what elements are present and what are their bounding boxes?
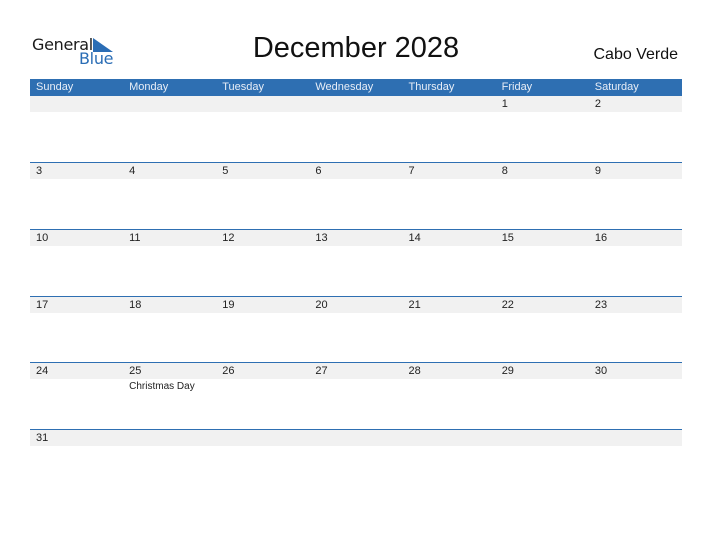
day-cell: 29 — [496, 363, 589, 429]
day-number: 14 — [408, 232, 421, 244]
week-row: 17 18 19 20 21 22 23 — [30, 296, 682, 363]
day-cell — [309, 430, 402, 496]
day-cell: 25 Christmas Day — [123, 363, 216, 429]
day-number: 11 — [129, 232, 141, 244]
day-number: 16 — [594, 232, 608, 244]
week-row: 24 25 Christmas Day 26 27 28 29 30 — [30, 362, 682, 429]
day-cell: 20 — [309, 297, 402, 363]
day-cell — [123, 96, 216, 162]
day-number: 31 — [36, 432, 49, 444]
day-cell: 4 — [123, 163, 216, 229]
week-row: 3 4 5 6 7 8 9 — [30, 162, 682, 229]
day-number: 23 — [594, 299, 608, 311]
day-number: 18 — [129, 299, 142, 311]
day-number: 19 — [222, 299, 235, 311]
day-number: 17 — [36, 299, 49, 311]
day-cell — [216, 430, 309, 496]
day-cell — [589, 430, 682, 496]
day-cell: 6 — [309, 163, 402, 229]
holiday-label: Christmas Day — [129, 381, 195, 392]
day-cell: 14 — [403, 230, 496, 296]
day-number: 8 — [501, 165, 508, 177]
day-cell — [123, 430, 216, 496]
day-number: 6 — [315, 165, 322, 177]
day-number: 1 — [501, 98, 508, 110]
day-cell: 19 — [216, 297, 309, 363]
day-cell: 11 — [123, 230, 216, 296]
day-cell: 13 — [309, 230, 402, 296]
day-cell: 27 — [309, 363, 402, 429]
day-cell: 23 — [589, 297, 682, 363]
day-number: 24 — [36, 365, 49, 377]
day-cell: 24 — [30, 363, 123, 429]
day-number: 13 — [315, 232, 328, 244]
day-cell — [30, 96, 123, 162]
week-row: 31 — [30, 429, 682, 496]
day-cell: 8 — [496, 163, 589, 229]
day-number: 7 — [408, 165, 415, 177]
day-cell — [403, 430, 496, 496]
day-cell: 15 — [496, 230, 589, 296]
day-cell — [403, 96, 496, 162]
day-number: 4 — [129, 165, 136, 177]
day-number: 10 — [36, 232, 49, 244]
day-cell: 18 — [123, 297, 216, 363]
day-number: 30 — [594, 365, 608, 377]
day-cell: 17 — [30, 297, 123, 363]
day-cell: 28 — [403, 363, 496, 429]
day-number: 12 — [222, 232, 235, 244]
day-number: 3 — [36, 165, 43, 177]
day-cell: 10 — [30, 230, 123, 296]
day-number: 26 — [222, 365, 235, 377]
day-cell — [216, 96, 309, 162]
day-number: 21 — [408, 299, 421, 311]
day-number: 9 — [594, 165, 601, 177]
day-cell: 21 — [403, 297, 496, 363]
day-number: 15 — [501, 232, 514, 244]
day-number: 22 — [501, 299, 514, 311]
day-cell: 7 — [403, 163, 496, 229]
week-row: 12 — [30, 96, 682, 162]
country-label: Cabo Verde — [593, 46, 678, 63]
weekday-saturday: Saturday — [594, 81, 639, 93]
day-cell: 26 — [216, 363, 309, 429]
weekday-sunday: Sunday — [36, 81, 74, 93]
weekday-monday: Monday — [129, 81, 169, 93]
day-cell — [496, 430, 589, 496]
day-cell: 1 — [496, 96, 589, 162]
day-cell: 31 — [30, 430, 123, 496]
weekday-wednesday: Wednesday — [315, 81, 374, 93]
day-cell: 5 — [216, 163, 309, 229]
day-cell: 2 — [589, 96, 682, 162]
day-number: 20 — [315, 299, 328, 311]
week-row: 10 11 12 13 14 15 16 — [30, 229, 682, 296]
day-number: 28 — [408, 365, 421, 377]
day-cell: 9 — [589, 163, 682, 229]
weekday-thursday: Thursday — [408, 81, 455, 93]
day-number: 2 — [594, 98, 601, 110]
day-number: 27 — [315, 365, 328, 377]
day-number: 5 — [222, 165, 229, 177]
weekday-header: Sunday Monday Tuesday Wednesday Thursday… — [30, 79, 682, 96]
weekday-tuesday: Tuesday — [222, 81, 265, 93]
day-cell: 3 — [30, 163, 123, 229]
day-cell — [309, 96, 402, 162]
day-cell: 16 — [589, 230, 682, 296]
day-number: 29 — [501, 365, 514, 377]
day-cell: 12 — [216, 230, 309, 296]
day-cell: 30 — [589, 363, 682, 429]
day-number: 25 — [129, 365, 142, 377]
day-cell: 22 — [496, 297, 589, 363]
weekday-friday: Friday — [501, 81, 533, 93]
